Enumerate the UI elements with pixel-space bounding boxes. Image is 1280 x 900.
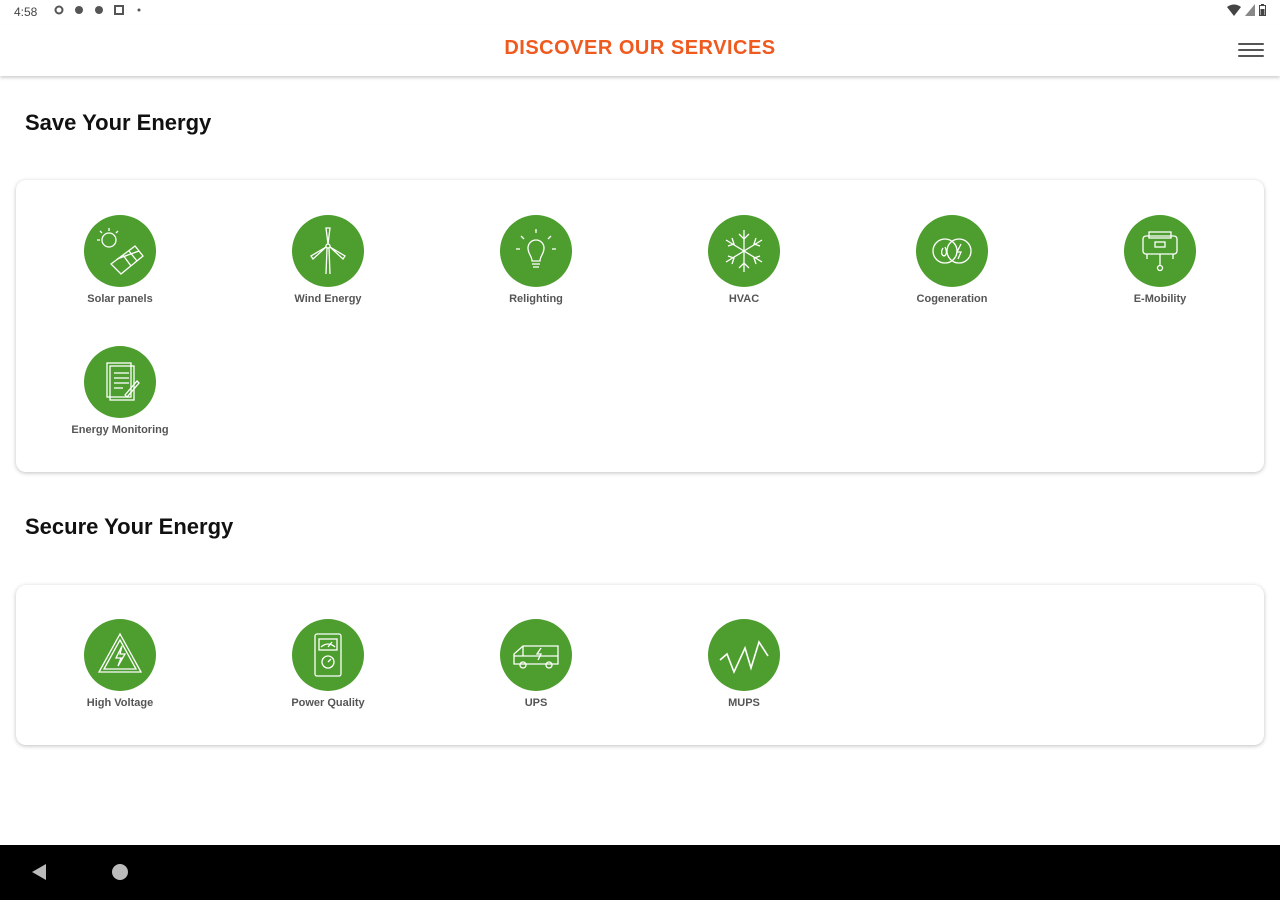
battery-icon [1259, 4, 1266, 16]
service-label: Wind Energy [294, 293, 362, 305]
service-hvac[interactable]: HVAC [669, 215, 819, 305]
service-ups[interactable]: UPS [461, 619, 611, 709]
settings-icon [54, 5, 64, 15]
service-label: High Voltage [86, 697, 154, 709]
meter-icon [292, 619, 364, 691]
service-label: Cogeneration [916, 293, 988, 305]
dot-icon [137, 8, 141, 12]
service-energy-monitoring[interactable]: Energy Monitoring [45, 346, 195, 436]
signal-icon [1245, 4, 1255, 16]
page-title: DISCOVER OUR SERVICES [504, 37, 776, 59]
home-icon[interactable] [112, 864, 128, 880]
system-navigation-bar [0, 845, 1280, 900]
wifi-icon [1227, 4, 1241, 16]
service-label: UPS [524, 697, 548, 709]
app-bar: DISCOVER OUR SERVICES [0, 26, 1280, 76]
service-mups[interactable]: MUPS [669, 619, 819, 709]
storage-icon [114, 5, 124, 15]
service-label: MUPS [728, 697, 760, 709]
service-cogeneration[interactable]: Cogeneration [877, 215, 1027, 305]
status-bar: 4:58 [0, 0, 1280, 26]
light-bulb-icon [500, 215, 572, 287]
service-label: E-Mobility [1133, 293, 1187, 305]
waveform-icon [708, 619, 780, 691]
hamburger-menu-icon[interactable] [1238, 39, 1264, 61]
service-label: Power Quality [291, 697, 365, 709]
report-document-icon [84, 346, 156, 418]
back-icon[interactable] [32, 864, 46, 880]
save-energy-card: Solar panels Wind Energy Relighting HVAC… [16, 180, 1264, 472]
status-system-icons [1227, 4, 1266, 16]
service-label: Energy Monitoring [71, 424, 169, 436]
ups-van-icon [500, 619, 572, 691]
secure-energy-card: High Voltage Power Quality UPS MUPS [16, 585, 1264, 745]
charging-station-icon [1124, 215, 1196, 287]
service-power-quality[interactable]: Power Quality [253, 619, 403, 709]
snowflake-icon [708, 215, 780, 287]
section-title-secure-energy: Secure Your Energy [25, 514, 234, 539]
service-wind-energy[interactable]: Wind Energy [253, 215, 403, 305]
service-e-mobility[interactable]: E-Mobility [1085, 215, 1235, 305]
notification-icon [75, 6, 83, 14]
high-voltage-warning-icon [84, 619, 156, 691]
status-notification-icons [54, 5, 144, 15]
service-relighting[interactable]: Relighting [461, 215, 611, 305]
wind-turbine-icon [292, 215, 364, 287]
service-label: HVAC [728, 293, 760, 305]
notification-icon [95, 6, 103, 14]
service-label: Solar panels [87, 293, 153, 305]
status-time: 4:58 [14, 5, 38, 19]
service-high-voltage[interactable]: High Voltage [45, 619, 195, 709]
service-label: Relighting [509, 293, 563, 305]
service-solar-panels[interactable]: Solar panels [45, 215, 195, 305]
section-title-save-energy: Save Your Energy [25, 110, 212, 135]
solar-panel-icon [84, 215, 156, 287]
cogeneration-icon [916, 215, 988, 287]
